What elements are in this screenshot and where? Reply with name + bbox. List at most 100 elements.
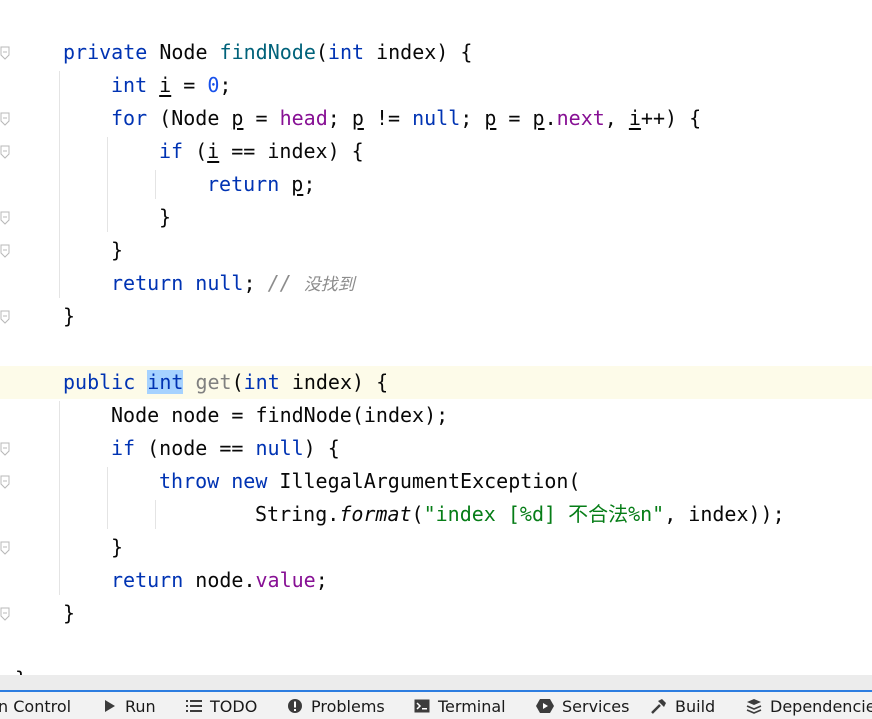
tool-problems[interactable]: Problems [287, 694, 385, 718]
code-token: if [111, 436, 148, 460]
code-token: null [255, 436, 304, 460]
terminal-icon [414, 699, 430, 713]
code-line[interactable]: } [0, 597, 872, 630]
tool-terminal-label: Terminal [438, 696, 506, 716]
code-token: throw [159, 469, 232, 493]
code-token: null [195, 271, 244, 295]
code-token: head [279, 106, 328, 130]
code-token: ; [315, 568, 328, 592]
code-token: i [207, 139, 220, 163]
tool-window-bar: n Control Run TODO Problems Terminal Ser… [0, 675, 872, 719]
code-line-text: return null; // 没找到 [111, 267, 355, 302]
code-token: node. [195, 568, 256, 592]
code-line[interactable]: } [0, 531, 872, 564]
code-token: p [351, 106, 364, 130]
code-token: index) { [376, 40, 473, 64]
code-token: (Node [159, 106, 232, 130]
code-token: } [111, 238, 124, 262]
code-line[interactable]: if (i == index) { [0, 135, 872, 168]
code-line[interactable]: } [0, 663, 872, 675]
code-token: return [111, 568, 196, 592]
code-line-text: private Node findNode(int index) { [63, 36, 472, 69]
code-token: index) { [291, 370, 389, 394]
code-token: ( [411, 502, 424, 526]
tool-version-control-label: n Control [0, 696, 72, 716]
code-token: public [63, 370, 148, 394]
tool-todo-label: TODO [210, 696, 258, 716]
code-token: ( [315, 40, 328, 64]
code-token: String. [255, 502, 340, 526]
code-line-text: if (node == null) { [111, 432, 340, 465]
dependencies-icon [746, 699, 762, 714]
code-editor[interactable]: private Node findNode(int index) {int i … [0, 0, 872, 675]
code-line[interactable] [0, 630, 872, 663]
code-token: next [556, 106, 605, 130]
tool-terminal[interactable]: Terminal [414, 694, 506, 718]
code-token: , index)); [664, 502, 785, 526]
code-line[interactable] [0, 333, 872, 366]
code-line[interactable]: throw new IllegalArgumentException( [0, 465, 872, 498]
code-token: != [363, 106, 413, 130]
code-token: findNode [219, 40, 316, 64]
tool-window-bar-accent [0, 690, 872, 692]
run-icon [105, 700, 115, 712]
code-token: i [628, 106, 641, 130]
code-token: ; [327, 106, 352, 130]
code-line[interactable]: return node.value; [0, 564, 872, 597]
code-token: == index) { [219, 139, 364, 163]
code-token: i [159, 73, 172, 97]
code-line[interactable]: for (Node p = head; p != null; p = p.nex… [0, 102, 872, 135]
code-line[interactable]: int i = 0; [0, 69, 872, 102]
tool-run[interactable]: Run [103, 694, 156, 718]
tool-dependencies[interactable]: Dependencies [746, 694, 872, 718]
code-token: ; [460, 106, 485, 130]
tool-services[interactable]: Services [536, 694, 629, 718]
code-token: } [63, 304, 76, 328]
tool-todo[interactable]: TODO [186, 694, 257, 718]
code-line[interactable]: return p; [0, 168, 872, 201]
tool-build[interactable]: Build [650, 694, 715, 718]
code-token: null [412, 106, 461, 130]
code-token: ( [195, 139, 208, 163]
code-token: int [147, 370, 184, 394]
code-line-text: } [159, 201, 171, 234]
code-line-text: return node.value; [111, 564, 328, 597]
code-token: Node [159, 40, 220, 64]
code-token: ; [219, 73, 232, 97]
code-line-text: throw new IllegalArgumentException( [159, 465, 580, 498]
code-line[interactable]: private Node findNode(int index) { [0, 36, 872, 69]
tool-services-label: Services [562, 696, 630, 716]
code-token: p [484, 106, 497, 130]
code-line-text: for (Node p = head; p != null; p = p.nex… [111, 102, 701, 135]
code-token: Node node = findNode(index); [111, 403, 449, 427]
code-token: p [532, 106, 545, 130]
services-icon [536, 699, 554, 713]
code-token: int [327, 40, 377, 64]
code-token: int [111, 73, 160, 97]
code-token: new [231, 469, 280, 493]
code-line[interactable]: } [0, 300, 872, 333]
code-token: . [544, 106, 557, 130]
code-token: } [63, 601, 76, 625]
code-token: return [207, 172, 292, 196]
code-line[interactable]: public int get(int index) { [0, 366, 872, 399]
build-icon [651, 698, 666, 714]
code-token: = [243, 106, 280, 130]
code-token: int [243, 370, 292, 394]
tool-dependencies-label: Dependencies [770, 696, 872, 716]
code-line[interactable]: String.format("index [%d] 不合法%n", index)… [0, 498, 872, 531]
code-token: } [159, 205, 172, 229]
code-token: return [111, 271, 196, 295]
code-token: = [171, 73, 208, 97]
code-token: p [291, 172, 304, 196]
code-token: ; [243, 271, 268, 295]
code-line[interactable]: Node node = findNode(index); [0, 399, 872, 432]
tool-version-control[interactable]: n Control [0, 694, 71, 718]
code-line-text: if (i == index) { [159, 135, 364, 168]
code-line[interactable]: } [0, 234, 872, 267]
code-line-text: } [63, 300, 75, 333]
code-line[interactable]: } [0, 201, 872, 234]
code-line[interactable]: if (node == null) { [0, 432, 872, 465]
code-line[interactable]: return null; // 没找到 [0, 267, 872, 300]
